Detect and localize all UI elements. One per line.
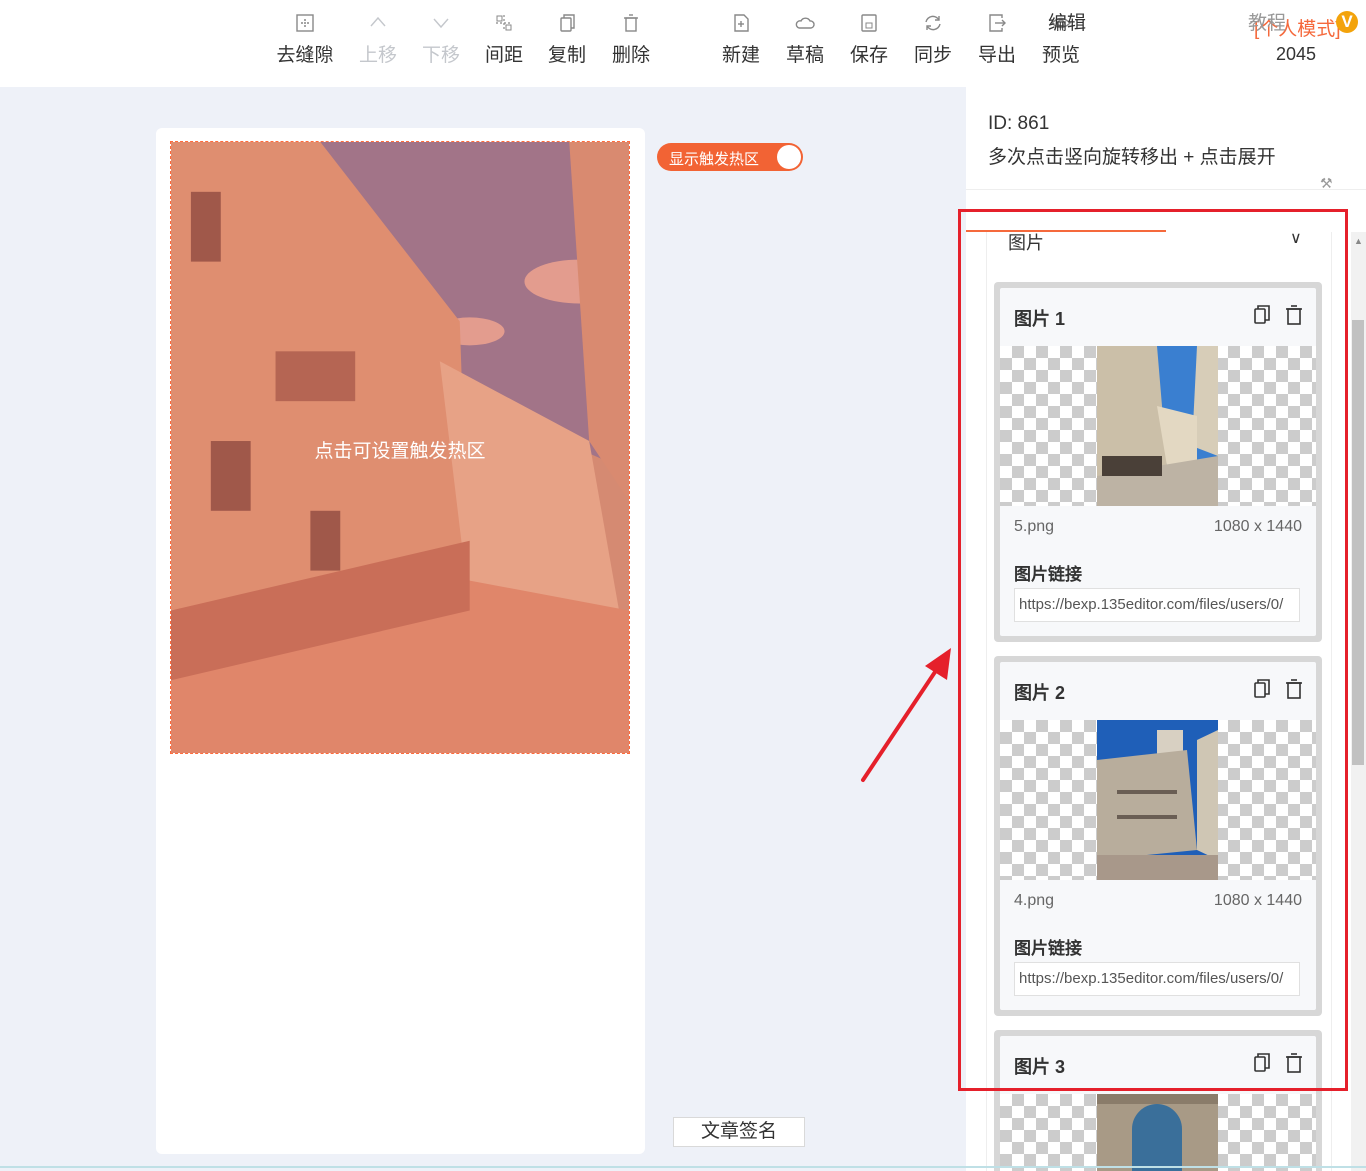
annotation-arrow-icon xyxy=(861,648,951,782)
remove-gap-label: 去缝隙 xyxy=(276,45,334,66)
chevron-down-icon xyxy=(430,12,452,34)
spacing-label: 间距 xyxy=(484,45,523,66)
save-button[interactable]: 保存 xyxy=(837,12,901,67)
tab-edit[interactable]: 编辑 xyxy=(1048,8,1086,35)
delete-button[interactable]: 删除 xyxy=(599,12,663,67)
cloud-icon xyxy=(794,12,816,34)
highlight-box xyxy=(958,209,1348,1091)
spacing-button[interactable]: 间距 xyxy=(472,12,536,67)
tab-tutorial[interactable]: 教程 xyxy=(1248,8,1286,35)
delete-label: 删除 xyxy=(611,45,650,66)
toolbar: 去缝隙 上移 下移 间距 复制 删除 新建 草稿 保存 同步 导出 预览 [个人… xyxy=(0,0,1366,87)
image-preview xyxy=(1097,1094,1218,1171)
copy-button[interactable]: 复制 xyxy=(535,12,599,67)
hotzone-label: 点击可设置触发热区 xyxy=(314,441,486,462)
toggle-label: 显示触发热区 xyxy=(669,151,760,168)
new-label: 新建 xyxy=(721,45,760,66)
remove-gap-button[interactable]: 去缝隙 xyxy=(273,12,337,67)
sync-label: 同步 xyxy=(913,45,952,66)
sync-button[interactable]: 同步 xyxy=(901,12,965,67)
signature-button[interactable]: 文章签名 xyxy=(673,1117,805,1147)
scroll-up-icon[interactable]: ▲ xyxy=(1354,236,1363,246)
draft-label: 草稿 xyxy=(785,45,824,66)
save-label: 保存 xyxy=(849,45,888,66)
component-id: ID: 861 xyxy=(988,113,1050,134)
remove-gap-icon xyxy=(294,12,316,34)
user-count: 2045 xyxy=(1276,44,1317,64)
move-down-button[interactable]: 下移 xyxy=(409,12,473,67)
export-button[interactable]: 导出 xyxy=(965,12,1029,67)
preview-label: 预览 xyxy=(1041,45,1080,66)
vip-badge-icon: V xyxy=(1336,11,1358,33)
show-hotzone-toggle[interactable]: 显示触发热区 xyxy=(657,143,803,171)
new-file-icon xyxy=(730,12,752,34)
move-up-label: 上移 xyxy=(358,45,397,66)
sync-icon xyxy=(922,12,944,34)
export-label: 导出 xyxy=(977,45,1016,66)
move-down-label: 下移 xyxy=(421,45,460,66)
component-description: 多次点击竖向旋转移出 + 点击展开 xyxy=(988,147,1276,168)
copy-label: 复制 xyxy=(547,45,586,66)
save-icon xyxy=(858,12,880,34)
copy-icon xyxy=(556,12,578,34)
export-icon xyxy=(986,12,1008,34)
trash-icon xyxy=(620,12,642,34)
spacing-icon xyxy=(493,12,515,34)
draft-button[interactable]: 草稿 xyxy=(773,12,837,67)
bottom-border xyxy=(0,1166,1366,1168)
new-button[interactable]: 新建 xyxy=(709,12,773,67)
move-up-button[interactable]: 上移 xyxy=(346,12,410,67)
image-thumbnail[interactable] xyxy=(1000,1094,1316,1171)
scrollbar-thumb[interactable] xyxy=(1352,320,1364,765)
chevron-up-icon xyxy=(367,12,389,34)
toggle-knob xyxy=(777,145,801,169)
